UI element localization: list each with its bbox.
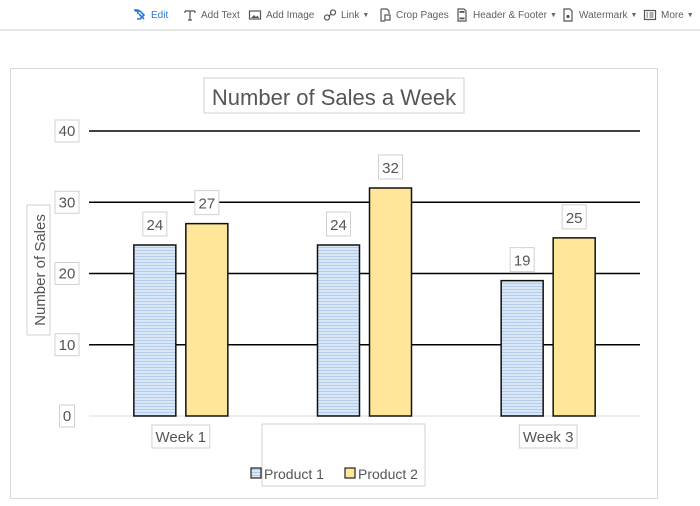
bar-product-2-week-1[interactable]	[185, 222, 229, 417]
bar-product-2-week-2[interactable]	[368, 187, 413, 417]
legend-swatch-product-1	[250, 467, 262, 479]
y-tick[interactable]: 40	[54, 119, 80, 143]
data-label-text: 25	[566, 210, 583, 227]
data-label-text: 24	[330, 217, 347, 234]
y-axis-title-text: Number of Sales	[32, 214, 49, 326]
data-label[interactable]: 19	[509, 247, 535, 273]
y-tick-label: 40	[59, 123, 76, 140]
y-tick-label: 0	[63, 408, 71, 425]
data-label[interactable]: 25	[561, 204, 587, 230]
legend-label-product-2: Product 2	[358, 466, 418, 482]
data-label[interactable]: 27	[194, 190, 220, 216]
y-axis-ticks: 0 10 20 30 40	[54, 119, 80, 428]
y-axis-title[interactable]: Number of Sales	[26, 204, 51, 336]
bar-product-1-week-1[interactable]	[133, 244, 177, 417]
x-tick[interactable]: Week 1	[151, 424, 211, 449]
chart-title[interactable]: Number of Sales a Week	[203, 77, 465, 114]
y-tick[interactable]: 0	[59, 404, 75, 428]
bar-product-1-week-2[interactable]	[316, 244, 361, 417]
y-tick-label: 10	[59, 337, 76, 354]
y-tick-label: 30	[59, 194, 76, 211]
data-label-text: 32	[382, 160, 399, 177]
bars	[133, 187, 596, 417]
y-tick[interactable]: 20	[54, 262, 80, 285]
y-tick[interactable]: 30	[54, 190, 80, 214]
x-tick[interactable]: Week 3	[518, 424, 578, 449]
legend-swatch-product-2	[344, 467, 356, 479]
y-tick-label: 20	[59, 266, 76, 283]
data-label[interactable]: 24	[326, 211, 351, 237]
data-label-text: 27	[198, 196, 215, 213]
chart-title-text: Number of Sales a Week	[212, 85, 457, 110]
bar-chart: Number of Sales a Week Number of Sales 0…	[26, 77, 640, 487]
bar-product-2-week-3[interactable]	[552, 237, 596, 417]
bar-product-1-week-3[interactable]	[500, 279, 544, 417]
data-label-text: 19	[514, 253, 531, 270]
data-label-text: 24	[146, 217, 163, 234]
y-tick[interactable]: 10	[54, 333, 80, 357]
data-label[interactable]: 32	[378, 154, 403, 180]
legend-label-product-1: Product 1	[264, 466, 324, 482]
x-tick-label: Week 1	[156, 429, 207, 446]
data-label[interactable]: 24	[142, 211, 168, 237]
legend[interactable]: Product 1 Product 2	[250, 423, 426, 487]
x-tick-label: Week 3	[523, 429, 574, 446]
